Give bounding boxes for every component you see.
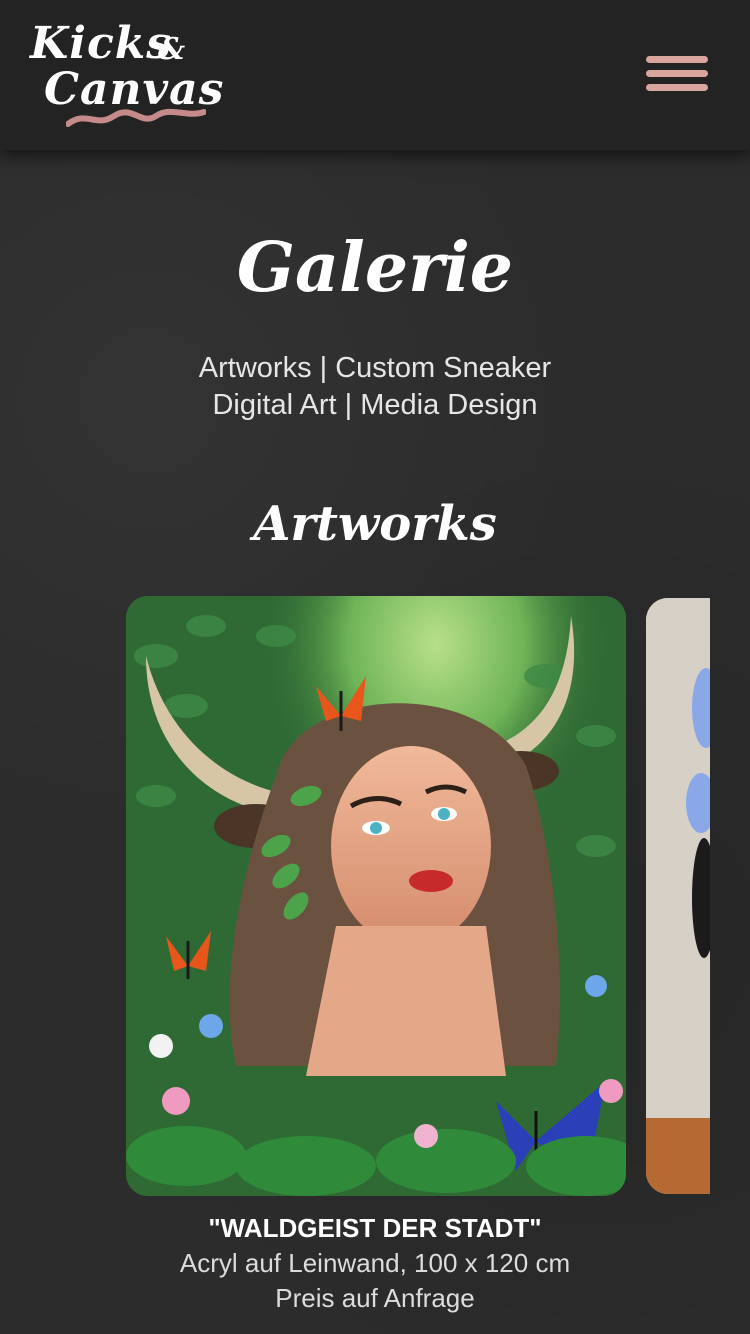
- artwork-medium: Acryl auf Leinwand, 100 x 120 cm: [179, 1248, 571, 1278]
- page-title: Galerie: [236, 228, 514, 308]
- artwork-carousel[interactable]: [0, 596, 750, 1196]
- artwork-card-waldgeist[interactable]: [126, 596, 626, 1196]
- section-title-artworks: Artworks: [253, 496, 497, 552]
- kicks-and-canvas-logo[interactable]: Kicks & Canvas: [30, 18, 223, 133]
- artwork-image-forest-spirit: [126, 596, 626, 1196]
- menu-bar-middle: [646, 70, 708, 77]
- artwork-caption: "WALDGEIST DER STADT" Acryl auf Leinwand…: [0, 1210, 750, 1316]
- artwork-title: "WALDGEIST DER STADT": [208, 1213, 542, 1243]
- subtitle-line-2: Digital Art | Media Design: [212, 389, 538, 421]
- artwork-image-next-partial: [646, 598, 710, 1194]
- logo-word-kicks: Kicks: [30, 18, 173, 69]
- subtitle-line-1: Artworks | Custom Sneaker: [198, 352, 552, 384]
- menu-bar-bottom: [646, 84, 708, 91]
- artwork-price: Preis auf Anfrage: [275, 1283, 475, 1313]
- page-subtitle: Artworks | Custom Sneaker Digital Art | …: [0, 350, 750, 424]
- hamburger-menu-button[interactable]: [646, 52, 710, 96]
- site-header: Kicks & Canvas: [0, 0, 750, 150]
- artwork-card-next-partial[interactable]: [646, 598, 710, 1194]
- logo-ampersand: &: [158, 32, 186, 67]
- menu-bar-top: [646, 56, 708, 63]
- logo-brush-squiggle-icon: [66, 108, 206, 127]
